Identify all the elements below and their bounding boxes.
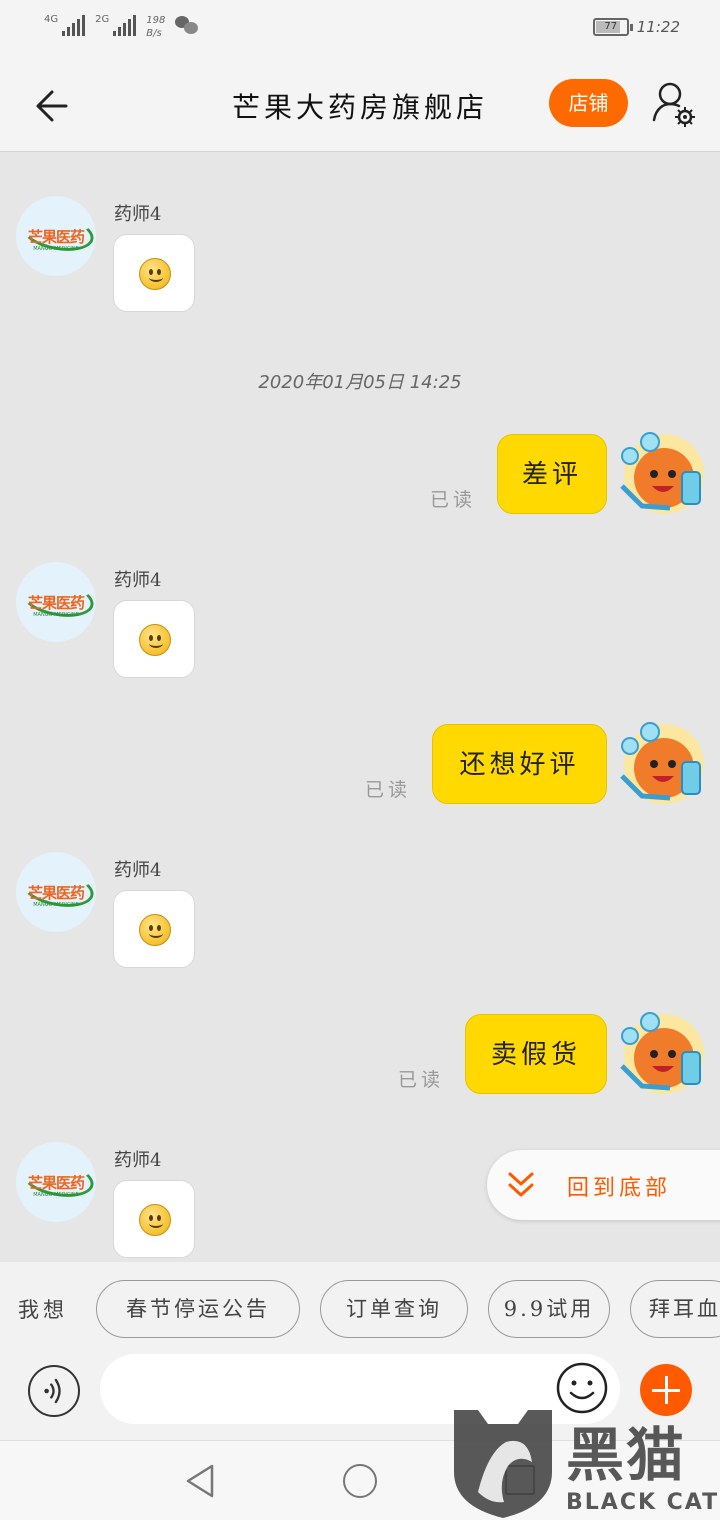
outgoing-message-bubble[interactable]: 差评 xyxy=(497,434,607,514)
quick-reply-chip[interactable]: 订单查询 xyxy=(320,1280,468,1338)
network-speed-unit: B/s xyxy=(146,28,162,39)
signal-4g-label: 4G xyxy=(44,14,59,25)
status-left: 4G 2G 198 B/s xyxy=(44,14,199,40)
shop-logo-text: 芒果医药 xyxy=(27,884,85,902)
shop-logo-text: 芒果医药 xyxy=(27,228,85,246)
status-right: 77 11:22 xyxy=(592,18,680,36)
voice-icon[interactable] xyxy=(28,1365,80,1417)
read-receipt: 已读 xyxy=(398,1069,445,1091)
arrow-left-icon[interactable] xyxy=(30,84,74,128)
smiley-emoji-icon xyxy=(139,258,171,290)
sender-name: 药师4 xyxy=(114,1150,162,1171)
system-nav-bar xyxy=(0,1440,720,1520)
square-recent-icon[interactable] xyxy=(505,1465,535,1495)
quick-reply-chip[interactable]: 拜耳血 xyxy=(630,1280,720,1338)
shop-avatar[interactable]: 芒果医药 MANGO MEDICINE xyxy=(16,562,96,642)
smiley-emoji-icon xyxy=(139,1204,171,1236)
quick-reply-bar: 我想 春节停运公告 订单查询 9.9试用 拜耳血 xyxy=(0,1262,720,1354)
smiley-emoji-icon xyxy=(139,914,171,946)
user-avatar-mascot[interactable] xyxy=(612,716,708,808)
emoji-icon[interactable] xyxy=(555,1361,609,1415)
signal-4g-icon: 4G xyxy=(44,14,86,36)
network-speed: 198 B/s xyxy=(146,14,165,40)
clock: 11:22 xyxy=(636,18,680,36)
wechat-icon xyxy=(175,16,199,36)
chat-header: 芒果大药房旗舰店 店铺 xyxy=(0,60,720,152)
battery-level: 77 xyxy=(604,21,618,32)
sender-name: 药师4 xyxy=(114,860,162,881)
shop-logo-text: 芒果医药 xyxy=(27,1174,85,1192)
incoming-emoji-bubble[interactable] xyxy=(113,1180,195,1258)
quick-reply-chip[interactable]: 9.9试用 xyxy=(488,1280,610,1338)
quick-reply-label: 我想 xyxy=(18,1298,68,1322)
signal-2g-icon: 2G xyxy=(95,14,137,36)
scroll-to-bottom-label: 回到底部 xyxy=(567,1176,672,1201)
plus-icon[interactable] xyxy=(640,1364,692,1416)
shop-avatar[interactable]: 芒果医药 MANGO MEDICINE xyxy=(16,196,96,276)
double-chevron-down-icon xyxy=(508,1172,534,1197)
triangle-back-icon[interactable] xyxy=(184,1463,216,1499)
network-speed-value: 198 xyxy=(146,15,166,26)
outgoing-message-bubble[interactable]: 卖假货 xyxy=(465,1014,607,1094)
message-input[interactable] xyxy=(100,1354,620,1424)
shop-logo-sub: MANGO MEDICINE xyxy=(33,612,79,618)
incoming-emoji-bubble[interactable] xyxy=(113,600,195,678)
read-receipt: 已读 xyxy=(430,489,477,511)
user-avatar-mascot[interactable] xyxy=(612,426,708,518)
shop-button[interactable]: 店铺 xyxy=(549,79,628,127)
quick-reply-chip[interactable]: 春节停运公告 xyxy=(96,1280,300,1338)
sender-name: 药师4 xyxy=(114,204,162,225)
shop-avatar[interactable]: 芒果医药 MANGO MEDICINE xyxy=(16,852,96,932)
user-avatar-mascot[interactable] xyxy=(612,1006,708,1098)
composer xyxy=(0,1354,720,1440)
signal-2g-label: 2G xyxy=(95,14,110,25)
read-receipt: 已读 xyxy=(365,779,412,801)
status-bar: 4G 2G 198 B/s 77 11:22 xyxy=(0,0,720,60)
circle-home-icon[interactable] xyxy=(343,1464,377,1498)
incoming-emoji-bubble[interactable] xyxy=(113,890,195,968)
outgoing-message-bubble[interactable]: 还想好评 xyxy=(432,724,607,804)
shop-logo-sub: MANGO MEDICINE xyxy=(33,1192,79,1198)
shop-logo-text: 芒果医药 xyxy=(27,594,85,612)
sender-name: 药师4 xyxy=(114,570,162,591)
incoming-emoji-bubble[interactable] xyxy=(113,234,195,312)
smiley-emoji-icon xyxy=(139,624,171,656)
user-settings-icon[interactable] xyxy=(650,80,698,130)
shop-logo-sub: MANGO MEDICINE xyxy=(33,902,79,908)
scroll-to-bottom-button[interactable]: 回到底部 xyxy=(487,1150,720,1220)
shop-avatar[interactable]: 芒果医药 MANGO MEDICINE xyxy=(16,1142,96,1222)
message-timestamp: 2020年01月05日 14:25 xyxy=(258,372,462,393)
battery-icon: 77 xyxy=(592,18,633,36)
shop-logo-sub: MANGO MEDICINE xyxy=(33,246,79,252)
